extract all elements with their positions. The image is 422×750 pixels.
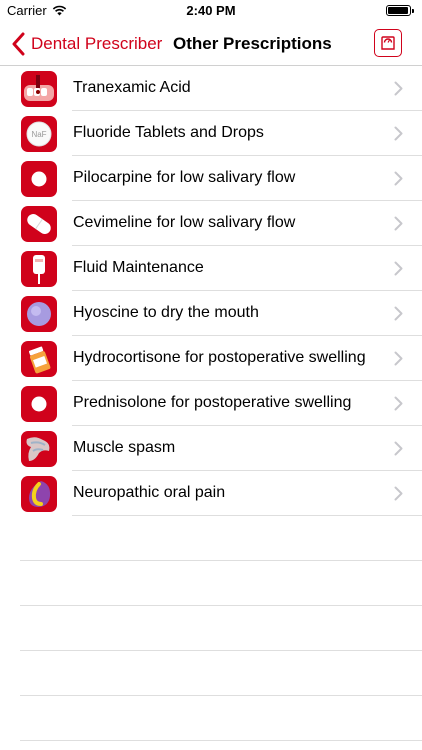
list-item-pilocarpine[interactable]: Pilocarpine for low salivary flow bbox=[0, 156, 422, 201]
list-item-label: Fluid Maintenance bbox=[73, 259, 204, 276]
list-item-label: Tranexamic Acid bbox=[73, 79, 191, 96]
list-item-fluid-maintenance[interactable]: Fluid Maintenance bbox=[0, 246, 422, 291]
weighing-scale-icon bbox=[381, 36, 395, 50]
pill-bottle-icon bbox=[21, 341, 57, 377]
chevron-right-icon bbox=[394, 441, 403, 456]
clock: 2:40 PM bbox=[186, 3, 236, 18]
muscle-icon bbox=[21, 431, 57, 467]
page-title: Other Prescriptions bbox=[173, 34, 332, 53]
list-item-hyoscine[interactable]: Hyoscine to dry the mouth bbox=[0, 291, 422, 336]
list-item-label: Prednisolone for postoperative swelling bbox=[73, 394, 352, 411]
chevron-right-icon bbox=[394, 396, 403, 411]
empty-row bbox=[0, 651, 422, 696]
battery-icon bbox=[386, 5, 414, 16]
bleeding-gum-icon bbox=[21, 71, 57, 107]
fluoride-tablet-icon: NaF bbox=[21, 116, 57, 152]
chevron-right-icon bbox=[394, 486, 403, 501]
list-item-neuropathic-pain[interactable]: Neuropathic oral pain bbox=[0, 471, 422, 516]
chevron-right-icon bbox=[394, 216, 403, 231]
list-item-prednisolone[interactable]: Prednisolone for postoperative swelling bbox=[0, 381, 422, 426]
chevron-right-icon bbox=[394, 351, 403, 366]
list-item-hydrocortisone[interactable]: Hydrocortisone for postoperative swellin… bbox=[0, 336, 422, 381]
weight-calculator-button[interactable] bbox=[374, 29, 402, 57]
list-item-muscle-spasm[interactable]: Muscle spasm bbox=[0, 426, 422, 471]
empty-row bbox=[0, 561, 422, 606]
chevron-right-icon bbox=[394, 306, 403, 321]
status-bar: Carrier 2:40 PM bbox=[0, 0, 422, 22]
list-item-label: Cevimeline for low salivary flow bbox=[73, 214, 296, 231]
list-item-label: Fluoride Tablets and Drops bbox=[73, 124, 264, 141]
list-item-label: Hydrocortisone for postoperative swellin… bbox=[73, 349, 366, 366]
white-pill-icon bbox=[21, 161, 57, 197]
list-item-label: Muscle spasm bbox=[73, 439, 176, 456]
row-divider bbox=[20, 740, 422, 741]
chevron-right-icon bbox=[394, 126, 403, 141]
list-item-tranexamic-acid[interactable]: Tranexamic Acid bbox=[0, 66, 422, 111]
capsule-icon bbox=[21, 206, 57, 242]
white-pill-icon bbox=[21, 386, 57, 422]
fluoride-tablet-text: NaF bbox=[31, 130, 46, 139]
back-label: Dental Prescriber bbox=[31, 34, 163, 53]
list-item-label: Neuropathic oral pain bbox=[73, 484, 226, 501]
empty-row bbox=[0, 606, 422, 651]
empty-row bbox=[0, 516, 422, 561]
empty-row bbox=[0, 696, 422, 741]
back-button[interactable]: Dental Prescriber bbox=[10, 30, 162, 58]
chevron-right-icon bbox=[394, 171, 403, 186]
prescription-list: Tranexamic Acid NaF Fluoride Tablets and… bbox=[0, 66, 422, 741]
list-item-label: Pilocarpine for low salivary flow bbox=[73, 169, 296, 186]
chevron-left-icon bbox=[12, 32, 25, 56]
nerve-pain-icon bbox=[21, 476, 57, 512]
list-item-label: Hyoscine to dry the mouth bbox=[73, 304, 259, 321]
purple-pill-icon bbox=[21, 296, 57, 332]
navigation-bar: Dental Prescriber Other Prescriptions bbox=[0, 22, 422, 66]
list-item-cevimeline[interactable]: Cevimeline for low salivary flow bbox=[0, 201, 422, 246]
iv-bag-icon bbox=[21, 251, 57, 287]
chevron-right-icon bbox=[394, 81, 403, 96]
chevron-right-icon bbox=[394, 261, 403, 276]
list-item-fluoride[interactable]: NaF Fluoride Tablets and Drops bbox=[0, 111, 422, 156]
